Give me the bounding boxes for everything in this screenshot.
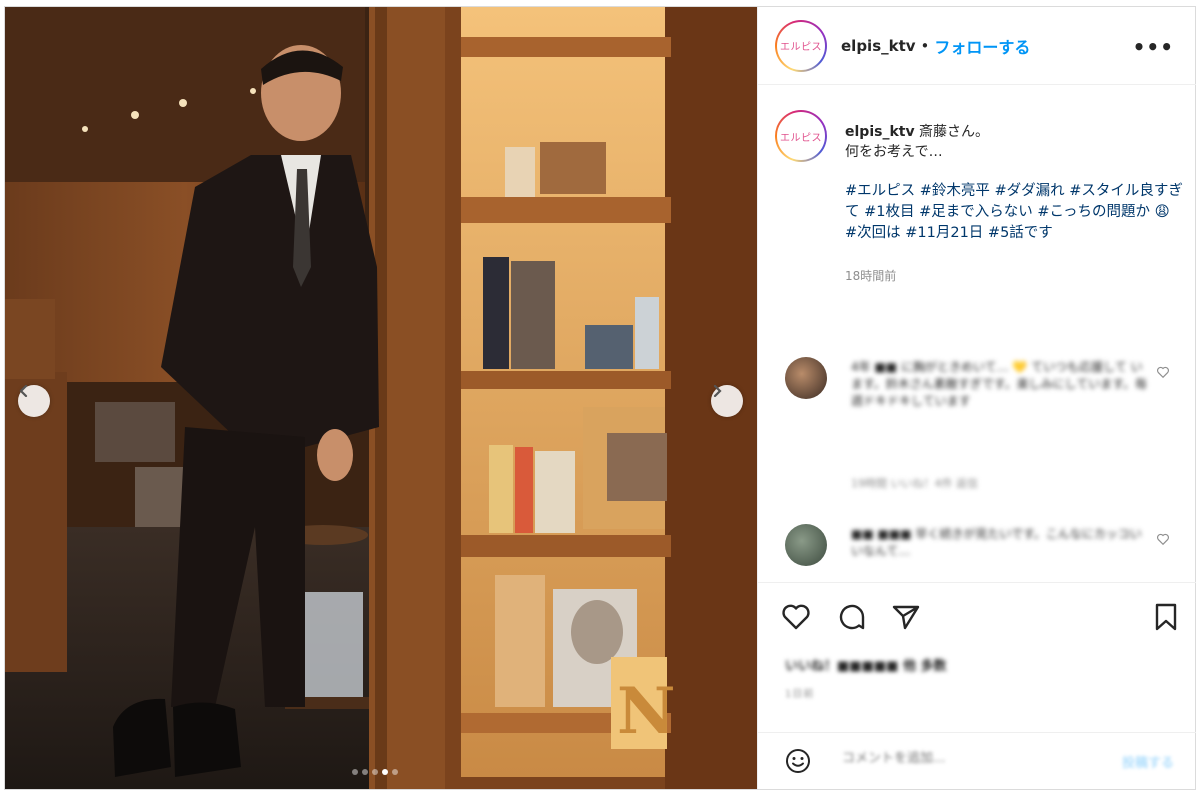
heart-icon[interactable]	[780, 601, 812, 633]
commenter-avatar-2[interactable]	[785, 524, 827, 566]
svg-text:N: N	[617, 674, 676, 749]
caption-avatar[interactable]: エルピス	[775, 110, 827, 162]
photo-illustration: N	[5, 7, 757, 789]
carousel-dot	[352, 769, 358, 775]
post-photo[interactable]: N	[5, 7, 757, 789]
caption-body: elpis_ktv 斎藤さん。 何をお考えで… #エルピス #鈴木亮平 #ダダ漏…	[845, 122, 1185, 286]
post-side-panel: エルピス elpis_ktv • フォローする ••• エルピス elpis_k…	[757, 7, 1196, 789]
post-header: エルピス elpis_ktv • フォローする •••	[758, 7, 1196, 85]
avatar-logo-text: エルピス	[777, 112, 825, 160]
header-username[interactable]: elpis_ktv	[841, 37, 916, 55]
avatar-logo-text: エルピス	[777, 21, 825, 70]
share-icon[interactable]	[890, 601, 922, 633]
post-comment-button[interactable]: 投稿する	[1122, 752, 1174, 771]
carousel-dot	[392, 769, 398, 775]
comment-meta[interactable]: 19時間 いいね！4件 返信	[851, 475, 978, 491]
carousel-dot-active	[382, 769, 388, 775]
caption-line-1: 斎藤さん。	[919, 124, 990, 140]
likes-count[interactable]: いいね！■■■■■ 他 多数	[785, 655, 946, 674]
header-separator: •	[920, 36, 930, 55]
bookmark-icon[interactable]	[1150, 601, 1182, 633]
comment-text: ■■ ■■■ 早く続きが見たいです。こんなにカッコいいなんて…	[851, 527, 1142, 558]
post-date: 1日前	[785, 689, 815, 700]
comment-heart-icon[interactable]	[1156, 532, 1170, 546]
carousel-dot	[362, 769, 368, 775]
comment-heart-icon[interactable]	[1156, 365, 1170, 379]
comment-icon[interactable]	[836, 601, 868, 633]
commenter-avatar-1[interactable]	[785, 357, 827, 399]
account-avatar[interactable]: エルピス	[775, 19, 827, 72]
follow-button[interactable]: フォローする	[934, 34, 1030, 58]
comment-text: 4年 ■■ に胸がときめいて… 💛 ていつも応援して います。鈴木さん素敵すぎで…	[851, 360, 1148, 408]
carousel-indicator	[352, 769, 398, 775]
carousel-prev-button[interactable]	[18, 385, 50, 417]
carousel-dot	[372, 769, 378, 775]
emoji-icon[interactable]	[785, 748, 811, 774]
caption-hashtags[interactable]: #エルピス #鈴木亮平 #ダダ漏れ #スタイル良すぎて #1枚目 #足まで入らな…	[845, 181, 1185, 244]
caption-username[interactable]: elpis_ktv	[845, 124, 915, 140]
carousel-next-button[interactable]	[711, 385, 743, 417]
chevron-left-icon	[19, 385, 28, 397]
more-dots-icon[interactable]: •••	[1133, 35, 1174, 59]
instagram-post-window: N エルピス elpis_ktv • フォローする ••• エルピス elpis…	[4, 6, 1196, 790]
caption-time-ago: 18時間前	[845, 269, 897, 283]
caption-line-2: 何をお考えで…	[845, 144, 943, 160]
chevron-right-icon	[713, 385, 722, 397]
comment-input[interactable]	[842, 751, 1092, 766]
add-comment-bar: 投稿する	[758, 732, 1196, 789]
